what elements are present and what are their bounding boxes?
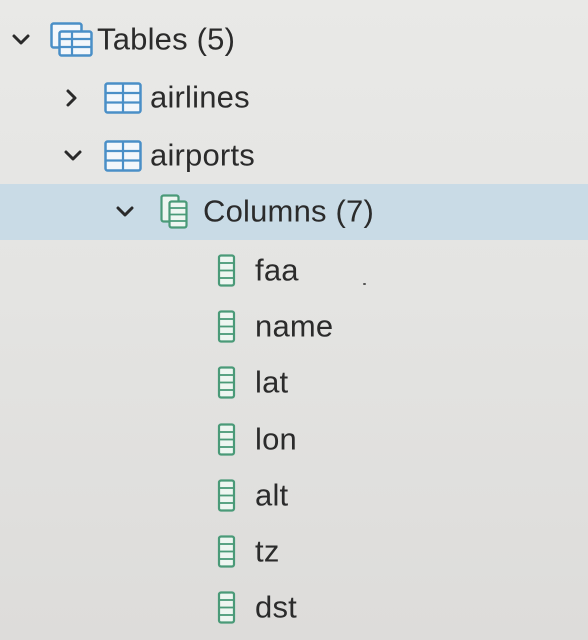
tree-node-label: faa [255, 252, 299, 288]
tree-node-table-airlines[interactable]: airlines [0, 70, 588, 126]
tree-node-column-tz[interactable]: tz [0, 524, 588, 580]
tree-node-label: lat [255, 364, 289, 400]
table-icon [104, 140, 142, 172]
tree-node-label: Columns (7) [203, 193, 375, 229]
column-icon [217, 366, 237, 400]
table-icon [104, 82, 142, 114]
tree-node-column-lon[interactable]: lon [0, 412, 588, 468]
tree-node-column-alt[interactable]: alt [0, 468, 588, 524]
tree-node-label: Tables (5) [97, 21, 236, 57]
tree-node-table-airports[interactable]: airports [0, 128, 588, 184]
column-icon [217, 310, 237, 344]
object-explorer-tree: Tables (5) airlines airports Columns (7)… [0, 0, 588, 640]
chevron-down-icon[interactable] [10, 29, 32, 51]
tree-node-label: airlines [150, 79, 250, 115]
tree-node-label: name [255, 308, 334, 344]
screen-speck [363, 283, 366, 285]
column-icon [217, 479, 237, 513]
tree-node-label: dst [255, 589, 297, 625]
column-icon [217, 254, 237, 288]
tree-node-column-dst[interactable]: dst [0, 580, 588, 636]
tree-node-column-lat[interactable]: lat [0, 355, 588, 411]
chevron-down-icon[interactable] [114, 201, 136, 223]
tree-node-columns[interactable]: Columns (7) [0, 184, 588, 240]
tree-node-label: airports [150, 137, 255, 173]
column-icon [217, 535, 237, 569]
column-icon [217, 423, 237, 457]
tables-folder-icon [50, 22, 94, 58]
tree-node-label: lon [255, 421, 297, 457]
tree-node-tables[interactable]: Tables (5) [0, 12, 588, 68]
tree-node-label: alt [255, 477, 289, 513]
tree-node-label: tz [255, 533, 280, 569]
column-icon [217, 591, 237, 625]
tree-node-column-faa[interactable]: faa [0, 243, 588, 299]
tree-node-column-name[interactable]: name [0, 299, 588, 355]
chevron-down-icon[interactable] [62, 145, 84, 167]
chevron-right-icon[interactable] [61, 87, 83, 109]
columns-folder-icon [160, 194, 190, 230]
